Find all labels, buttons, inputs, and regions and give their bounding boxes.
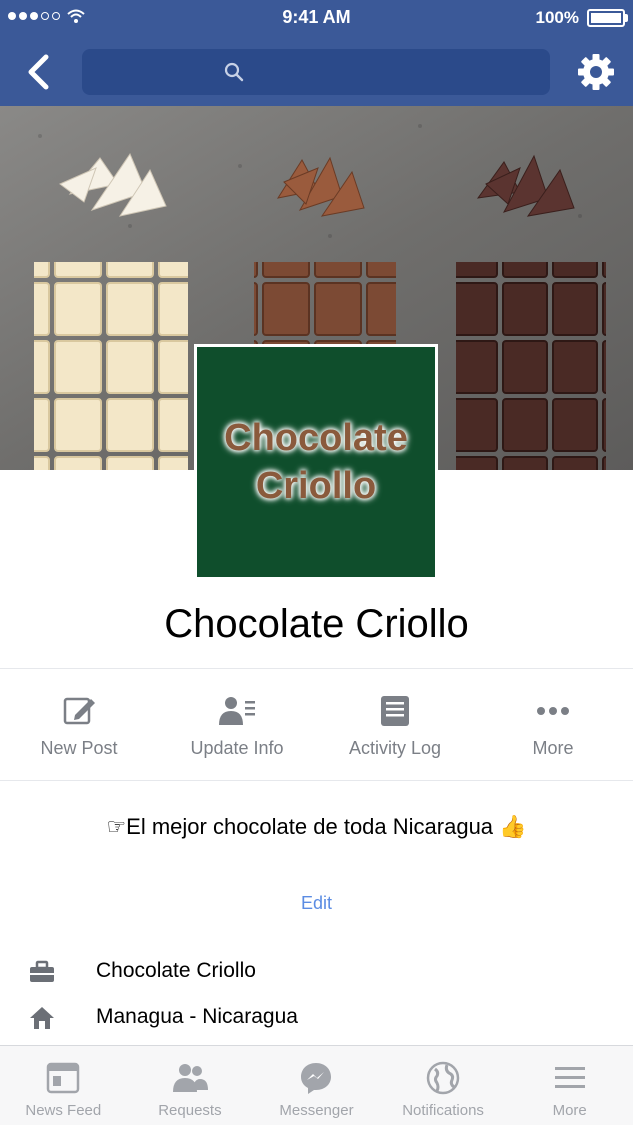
battery-status: 100% — [535, 8, 628, 28]
tab-more[interactable]: More — [506, 1046, 633, 1125]
bottom-tab-bar: News Feed Requests Messenger Notificatio… — [0, 1045, 633, 1125]
activity-log-label: Activity Log — [348, 738, 442, 758]
new-post-label: New Post — [40, 738, 118, 758]
tab-requests-label: Requests — [158, 1102, 222, 1119]
location-row: Managua - Nicaragua — [0, 998, 633, 1038]
divider — [0, 668, 633, 669]
globe-icon — [380, 1060, 507, 1096]
home-icon — [30, 1007, 54, 1029]
update-info-icon — [158, 693, 316, 729]
more-label: More — [532, 738, 574, 758]
category-row: Chocolate Criollo — [0, 952, 633, 992]
action-bar: New Post Update Info Activity Log More — [0, 688, 633, 778]
more-button[interactable]: More — [474, 688, 632, 778]
menu-icon — [506, 1060, 633, 1096]
requests-icon — [127, 1060, 254, 1096]
settings-button[interactable] — [574, 50, 618, 94]
more-icon — [474, 693, 632, 729]
logo-line-1: Chocolate — [224, 417, 408, 459]
tab-notifications[interactable]: Notifications — [380, 1046, 507, 1125]
profile-picture[interactable]: Chocolate Criollo — [194, 344, 438, 580]
gear-icon — [578, 54, 614, 90]
chevron-left-icon — [28, 54, 49, 90]
new-post-button[interactable]: New Post — [0, 688, 158, 778]
tab-news-feed[interactable]: News Feed — [0, 1046, 127, 1125]
tab-news-feed-label: News Feed — [25, 1102, 102, 1119]
top-header: 9:41 AM 100% — [0, 0, 633, 106]
divider — [0, 780, 633, 781]
news-feed-icon — [0, 1060, 127, 1096]
battery-icon — [587, 9, 628, 27]
tab-messenger[interactable]: Messenger — [253, 1046, 380, 1125]
tab-notifications-label: Notifications — [402, 1102, 484, 1119]
tab-messenger-label: Messenger — [279, 1102, 354, 1119]
update-info-label: Update Info — [190, 738, 284, 758]
activity-log-button[interactable]: Activity Log — [316, 688, 474, 778]
status-bar: 9:41 AM 100% — [0, 0, 633, 36]
app-screen: 9:41 AM 100% Chocolate Criollo Chocolate… — [0, 0, 633, 1125]
page-description: ☞El mejor chocolate de toda Nicaragua 👍 — [106, 814, 527, 839]
briefcase-icon — [30, 960, 54, 982]
edit-icon — [0, 693, 158, 729]
logo-line-2: Criollo — [255, 465, 377, 507]
tab-requests[interactable]: Requests — [127, 1046, 254, 1125]
location-text: Managua - Nicaragua — [96, 1005, 298, 1028]
page-title: Chocolate Criollo — [164, 602, 469, 646]
edit-link[interactable]: Edit — [0, 893, 633, 914]
messenger-icon — [253, 1060, 380, 1096]
tab-more-label: More — [552, 1102, 587, 1119]
category-text: Chocolate Criollo — [96, 959, 256, 982]
battery-percent: 100% — [535, 8, 579, 27]
search-input[interactable] — [82, 49, 550, 95]
search-icon — [224, 62, 244, 82]
activity-log-icon — [316, 693, 474, 729]
update-info-button[interactable]: Update Info — [158, 688, 316, 778]
back-button[interactable] — [20, 52, 56, 92]
